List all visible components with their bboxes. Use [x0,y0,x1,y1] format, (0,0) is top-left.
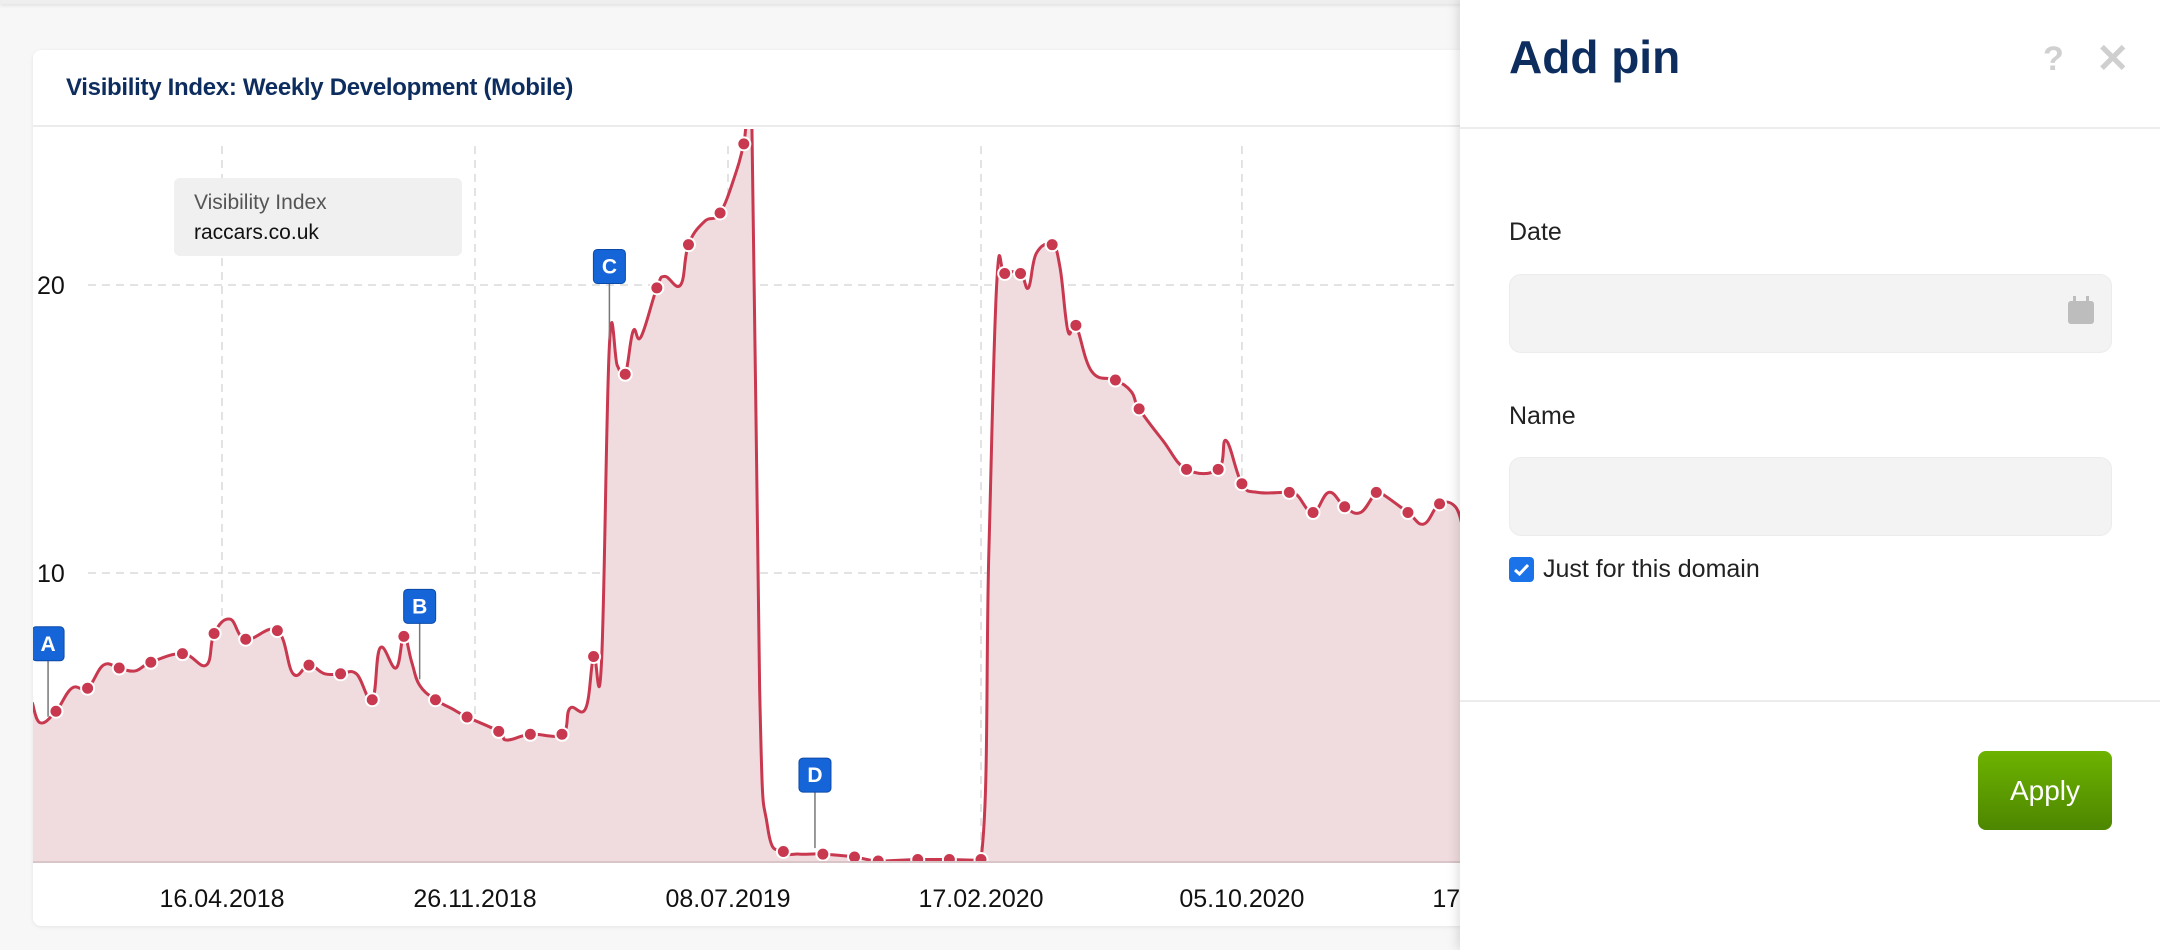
data-point[interactable] [396,628,412,644]
just-for-domain-checkbox[interactable] [1509,557,1534,582]
data-point[interactable] [427,692,443,708]
data-point[interactable] [712,205,728,221]
data-point[interactable] [333,666,349,682]
data-point[interactable] [941,852,957,866]
panel-divider [1460,700,2160,702]
x-tick-label: 17.02.2020 [918,885,1043,913]
data-point[interactable] [1044,237,1060,253]
y-tick-label: 10 [37,560,65,588]
x-tick-label: 05.10.2020 [1179,885,1304,913]
y-tick-label: 20 [37,272,65,300]
check-icon [1514,563,1530,576]
date-input[interactable] [1509,274,2112,353]
visibility-chart-card: Visibility Index: Weekly Development (Mo… [33,50,1553,926]
data-point[interactable] [680,237,696,253]
data-point[interactable] [238,631,254,647]
data-point[interactable] [301,657,317,673]
x-tick-label: 08.07.2019 [665,885,790,913]
pin-label: C [602,255,617,278]
name-label: Name [1509,402,1576,430]
data-point[interactable] [269,623,285,639]
data-point[interactable] [1281,484,1297,500]
panel-header: Add pin ? ✕ [1460,0,2160,129]
data-point[interactable] [1068,317,1084,333]
calendar-icon[interactable] [2068,296,2094,324]
x-tick-label: 26.11.2018 [413,885,536,913]
name-input[interactable] [1509,457,2112,536]
data-point[interactable] [491,723,507,739]
panel-title: Add pin [1509,31,1681,83]
data-point[interactable] [1013,265,1029,281]
data-point[interactable] [1400,505,1416,521]
data-point[interactable] [1305,505,1321,521]
data-point[interactable] [617,366,633,382]
data-point[interactable] [364,692,380,708]
data-point[interactable] [1210,461,1226,477]
data-point[interactable] [775,843,791,859]
data-point[interactable] [1432,496,1448,512]
checkbox-label: Just for this domain [1543,555,1760,583]
data-point[interactable] [80,680,96,696]
data-point[interactable] [736,136,752,152]
add-pin-panel: Add pin ? ✕ Date Name Just for this doma… [1460,0,2160,950]
data-point[interactable] [1234,476,1250,492]
data-point[interactable] [554,726,570,742]
pin-label: B [412,595,427,618]
tooltip-series-label: Visibility Index [194,191,327,214]
question-icon[interactable]: ? [2043,40,2064,79]
pin-label: D [807,764,822,787]
data-point[interactable] [586,649,602,665]
data-point[interactable] [910,852,926,866]
data-point[interactable] [1337,499,1353,515]
data-point[interactable] [649,280,665,296]
data-point[interactable] [1107,372,1123,388]
apply-button[interactable]: Apply [1978,751,2112,830]
data-point[interactable] [815,846,831,862]
data-point[interactable] [111,660,127,676]
data-point[interactable] [1131,401,1147,417]
data-point[interactable] [1368,484,1384,500]
chart-tooltip: Visibility Index raccars.co.uk [174,178,462,256]
data-point[interactable] [174,646,190,662]
data-point[interactable] [206,625,222,641]
close-icon[interactable]: ✕ [2096,36,2130,82]
data-point[interactable] [459,709,475,725]
data-point[interactable] [48,703,64,719]
pin-label: A [40,633,55,656]
data-point[interactable] [143,654,159,670]
data-point[interactable] [997,265,1013,281]
x-tick-label: 16.04.2018 [159,885,284,913]
data-point[interactable] [1179,461,1195,477]
date-label: Date [1509,218,1562,246]
data-point[interactable] [522,726,538,742]
tooltip-domain: raccars.co.uk [194,221,319,244]
data-point[interactable] [973,852,989,866]
